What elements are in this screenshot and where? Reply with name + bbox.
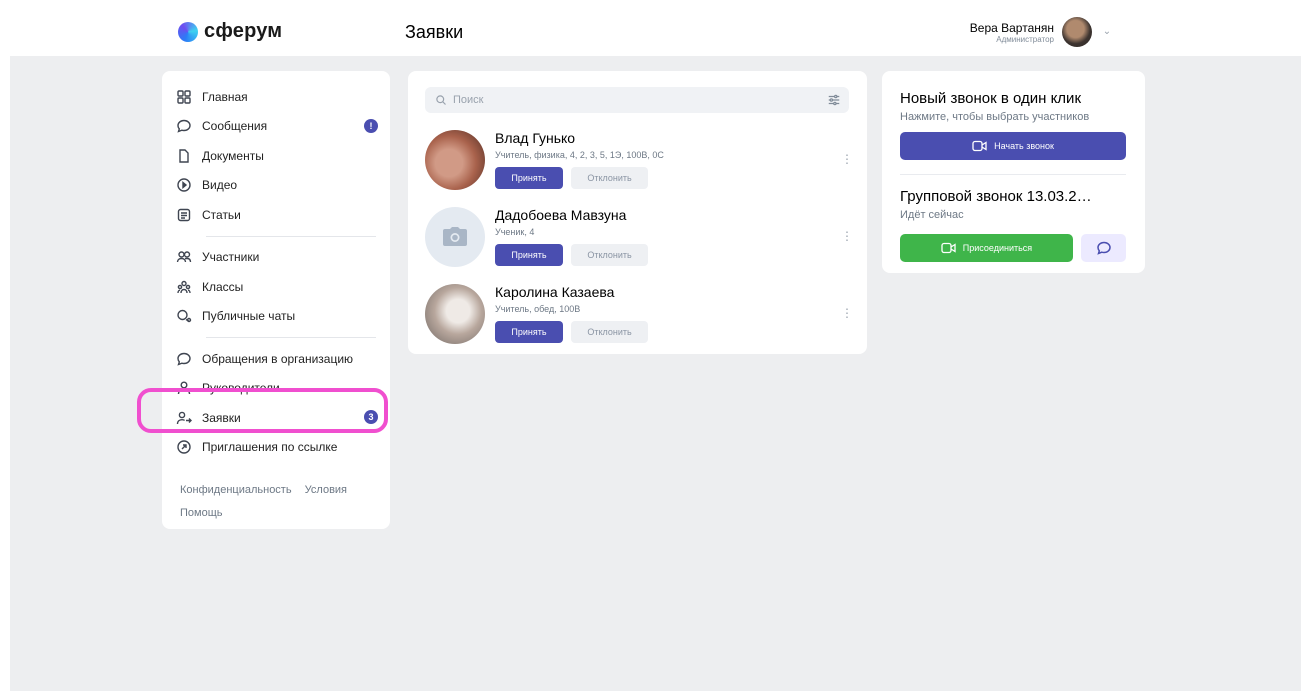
sidebar-item-label: Классы bbox=[202, 279, 244, 294]
more-icon[interactable]: ⋮ bbox=[841, 152, 853, 166]
chat-bubble-icon bbox=[1096, 241, 1111, 255]
sidebar: Главная Сообщения ! Документы Видео Стат… bbox=[162, 71, 390, 529]
user-menu[interactable]: Вера Вартанян Администратор ⌄ bbox=[970, 17, 1114, 47]
call-chat-button[interactable] bbox=[1081, 234, 1126, 262]
sidebar-item-managers[interactable]: Руководители bbox=[162, 374, 390, 404]
footer-links: Конфиденциальность Условия Помощь bbox=[180, 479, 357, 525]
decline-button[interactable]: Отклонить bbox=[571, 167, 648, 189]
accept-button[interactable]: Принять bbox=[495, 321, 563, 343]
logo-text: сферум bbox=[204, 20, 283, 42]
group-call-title[interactable]: Групповой звонок 13.03.2… bbox=[900, 188, 1128, 205]
request-item: Дадобоева Мавзуна Ученик, 4 Принять Откл… bbox=[425, 207, 855, 277]
new-call-title: Новый звонок в один клик bbox=[900, 90, 1082, 107]
logo-mark bbox=[178, 21, 198, 42]
page-title: Заявки bbox=[405, 22, 464, 42]
chevron-down-icon[interactable]: ⌄ bbox=[1100, 25, 1114, 39]
sidebar-item-label: Документы bbox=[202, 148, 264, 163]
sidebar-item-video[interactable]: Видео bbox=[162, 171, 390, 201]
join-call-label: Присоединиться bbox=[962, 243, 1033, 253]
sidebar-item-documents[interactable]: Документы bbox=[162, 141, 390, 171]
divider bbox=[900, 174, 1126, 175]
sidebar-item-label: Обращения в организацию bbox=[202, 351, 354, 366]
appeal-icon bbox=[176, 351, 192, 367]
link-arrow-icon bbox=[176, 439, 192, 455]
search-bar[interactable]: Поиск bbox=[425, 87, 849, 113]
user-info: Вера Вартанян Администратор bbox=[970, 21, 1054, 44]
filter-icon[interactable] bbox=[827, 93, 841, 107]
sidebar-item-members[interactable]: Участники bbox=[162, 243, 390, 273]
unread-badge: ! bbox=[364, 118, 378, 133]
user-name: Вера Вартанян bbox=[969, 20, 1054, 35]
logo[interactable]: сферум bbox=[178, 20, 282, 43]
sidebar-item-label: Руководители bbox=[202, 381, 280, 396]
decline-button[interactable]: Отклонить bbox=[571, 244, 648, 266]
requests-count-badge: 3 bbox=[364, 410, 378, 424]
requester-name[interactable]: Дадобоева Мавзуна bbox=[495, 207, 626, 223]
requests-panel: Поиск Влад Гунько Учитель, физика, 4, 2,… bbox=[408, 71, 867, 354]
accept-button[interactable]: Принять bbox=[495, 167, 563, 189]
requester-details: Учитель, обед, 100В bbox=[495, 304, 581, 314]
start-call-label: Начать звонок bbox=[994, 141, 1054, 151]
public-chat-icon bbox=[176, 308, 192, 324]
class-icon bbox=[176, 279, 192, 295]
divider bbox=[206, 235, 376, 237]
privacy-link[interactable]: Конфиденциальность bbox=[180, 484, 292, 496]
sidebar-item-articles[interactable]: Статьи bbox=[162, 200, 390, 230]
join-call-button[interactable]: Присоединиться bbox=[900, 234, 1073, 262]
sidebar-item-messages[interactable]: Сообщения ! bbox=[162, 112, 390, 142]
person-icon bbox=[176, 380, 192, 396]
sidebar-item-label: Публичные чаты bbox=[202, 309, 296, 324]
new-call-subtitle: Нажмите, чтобы выбрать участников bbox=[900, 111, 1090, 123]
sidebar-item-label: Сообщения bbox=[202, 119, 268, 134]
sidebar-item-requests[interactable]: Заявки 3 bbox=[162, 403, 390, 433]
help-link[interactable]: Помощь bbox=[180, 507, 223, 519]
sidebar-item-label: Главная bbox=[202, 89, 248, 104]
sidebar-item-label: Заявки bbox=[202, 410, 241, 425]
user-arrow-icon bbox=[176, 410, 192, 426]
search-input[interactable]: Поиск bbox=[453, 94, 483, 106]
calls-panel: Новый звонок в один клик Нажмите, чтобы … bbox=[882, 71, 1145, 273]
people-icon bbox=[176, 249, 192, 265]
search-icon bbox=[436, 95, 446, 105]
sidebar-item-label: Приглашения по ссылке bbox=[202, 440, 338, 455]
avatar[interactable] bbox=[425, 284, 485, 344]
accept-button[interactable]: Принять bbox=[495, 244, 563, 266]
requester-details: Ученик, 4 bbox=[495, 227, 535, 237]
user-role: Администратор bbox=[996, 34, 1054, 44]
avatar[interactable] bbox=[1062, 17, 1092, 47]
sidebar-item-label: Статьи bbox=[202, 207, 241, 222]
requester-name[interactable]: Каролина Казаева bbox=[495, 284, 614, 300]
request-item: Каролина Казаева Учитель, обед, 100В При… bbox=[425, 284, 855, 354]
divider bbox=[206, 337, 376, 338]
sidebar-item-home[interactable]: Главная bbox=[162, 82, 390, 112]
sidebar-item-appeals[interactable]: Обращения в организацию bbox=[162, 344, 390, 374]
sidebar-item-label: Видео bbox=[202, 178, 238, 193]
article-icon bbox=[176, 207, 192, 223]
camera-icon bbox=[443, 227, 467, 246]
video-camera-icon bbox=[941, 242, 956, 254]
group-call-status: Идёт сейчас bbox=[900, 209, 964, 221]
start-call-button[interactable]: Начать звонок bbox=[900, 132, 1126, 160]
grid-icon bbox=[176, 89, 192, 105]
sidebar-item-label: Участники bbox=[202, 250, 260, 265]
video-play-icon bbox=[176, 177, 192, 193]
message-icon bbox=[176, 118, 192, 134]
more-icon[interactable]: ⋮ bbox=[841, 306, 853, 320]
requester-name[interactable]: Влад Гунько bbox=[495, 130, 575, 146]
request-item: Влад Гунько Учитель, физика, 4, 2, 3, 5,… bbox=[425, 130, 855, 200]
sidebar-item-invite-links[interactable]: Приглашения по ссылке bbox=[162, 433, 390, 463]
requester-details: Учитель, физика, 4, 2, 3, 5, 1Э, 100В, 0… bbox=[495, 150, 664, 160]
avatar[interactable] bbox=[425, 130, 485, 190]
terms-link[interactable]: Условия bbox=[305, 484, 347, 496]
avatar[interactable] bbox=[425, 207, 485, 267]
decline-button[interactable]: Отклонить bbox=[571, 321, 648, 343]
top-header: сферум Заявки Вера Вартанян Администрато… bbox=[10, 5, 1301, 56]
app-window: сферум Заявки Вера Вартанян Администрато… bbox=[10, 5, 1301, 691]
video-camera-icon bbox=[972, 140, 987, 152]
document-icon bbox=[176, 148, 192, 164]
more-icon[interactable]: ⋮ bbox=[841, 229, 853, 243]
sidebar-item-classes[interactable]: Классы bbox=[162, 272, 390, 302]
sidebar-item-public-chats[interactable]: Публичные чаты bbox=[162, 302, 390, 332]
